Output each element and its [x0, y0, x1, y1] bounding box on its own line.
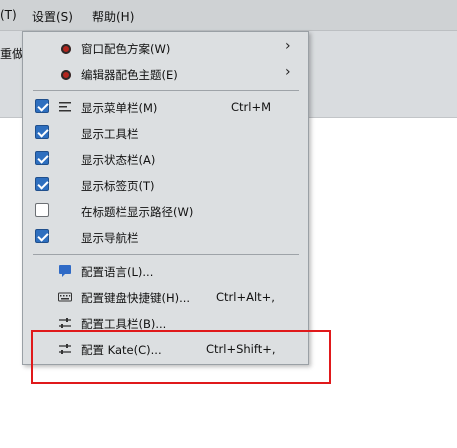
menu-item-label: 在标题栏显示路径(W)	[81, 205, 194, 219]
checkbox-checked[interactable]	[35, 177, 49, 191]
checkbox-unchecked[interactable]	[35, 203, 49, 217]
menu-item-show-toolbar[interactable]: 显示工具栏	[23, 120, 308, 146]
color-scheme-icon	[61, 44, 71, 54]
language-icon	[59, 265, 71, 277]
chevron-right-icon: ›	[285, 38, 291, 54]
menu-settings[interactable]: 设置(S)	[32, 8, 73, 25]
checkbox-checked[interactable]	[35, 99, 49, 113]
checkbox-checked[interactable]	[35, 229, 49, 243]
menu-item-window-color-scheme[interactable]: 窗口配色方案(W) ›	[23, 35, 308, 61]
menu-item-show-navbar[interactable]: 显示导航栏	[23, 224, 308, 250]
menu-item-label: 配置键盘快捷键(H)...	[81, 291, 191, 305]
menubar: (T) 设置(S) 帮助(H)	[0, 0, 457, 31]
menu-item-show-statusbar[interactable]: 显示状态栏(A)	[23, 146, 308, 172]
menu-help[interactable]: 帮助(H)	[92, 8, 134, 25]
menu-item-label: 编辑器配色主题(E)	[81, 68, 178, 82]
menu-item-show-path[interactable]: 在标题栏显示路径(W)	[23, 198, 308, 224]
menu-item-label: 配置语言(L)...	[81, 265, 154, 279]
menu-item-editor-color-theme[interactable]: 编辑器配色主题(E) ›	[23, 61, 308, 87]
menu-item-label: 显示导航栏	[81, 231, 139, 245]
menu-item-label: 显示状态栏(A)	[81, 153, 156, 167]
keyboard-icon	[58, 292, 72, 302]
menu-item-configure-language[interactable]: 配置语言(L)...	[23, 258, 308, 284]
menu-item-label: 窗口配色方案(W)	[81, 42, 171, 56]
menu-partial-item[interactable]: (T)	[0, 8, 17, 22]
menu-separator	[33, 254, 299, 255]
redo-button[interactable]: 重做	[0, 45, 24, 62]
menu-item-show-menubar[interactable]: 显示菜单栏(M) Ctrl+M	[23, 94, 308, 120]
highlight-annotation-box	[31, 330, 331, 384]
menu-item-label: 显示菜单栏(M)	[81, 101, 158, 115]
menu-item-label: 显示标签页(T)	[81, 179, 155, 193]
menu-separator	[33, 90, 299, 91]
shortcut-text: Ctrl+M	[231, 100, 272, 114]
settings-menu: 窗口配色方案(W) › 编辑器配色主题(E) › 显示菜单栏(M) Ctrl+M…	[22, 31, 309, 365]
menu-item-label: 显示工具栏	[81, 127, 139, 141]
color-theme-icon	[61, 70, 71, 80]
toolbar-config-icon	[59, 318, 71, 328]
menu-item-show-tabs[interactable]: 显示标签页(T)	[23, 172, 308, 198]
checkbox-checked[interactable]	[35, 125, 49, 139]
menubar-icon	[59, 102, 71, 112]
shortcut-text: Ctrl+Alt+,	[216, 290, 275, 304]
menu-item-configure-shortcuts[interactable]: 配置键盘快捷键(H)... Ctrl+Alt+,	[23, 284, 308, 310]
chevron-right-icon: ›	[285, 64, 291, 80]
checkbox-checked[interactable]	[35, 151, 49, 165]
